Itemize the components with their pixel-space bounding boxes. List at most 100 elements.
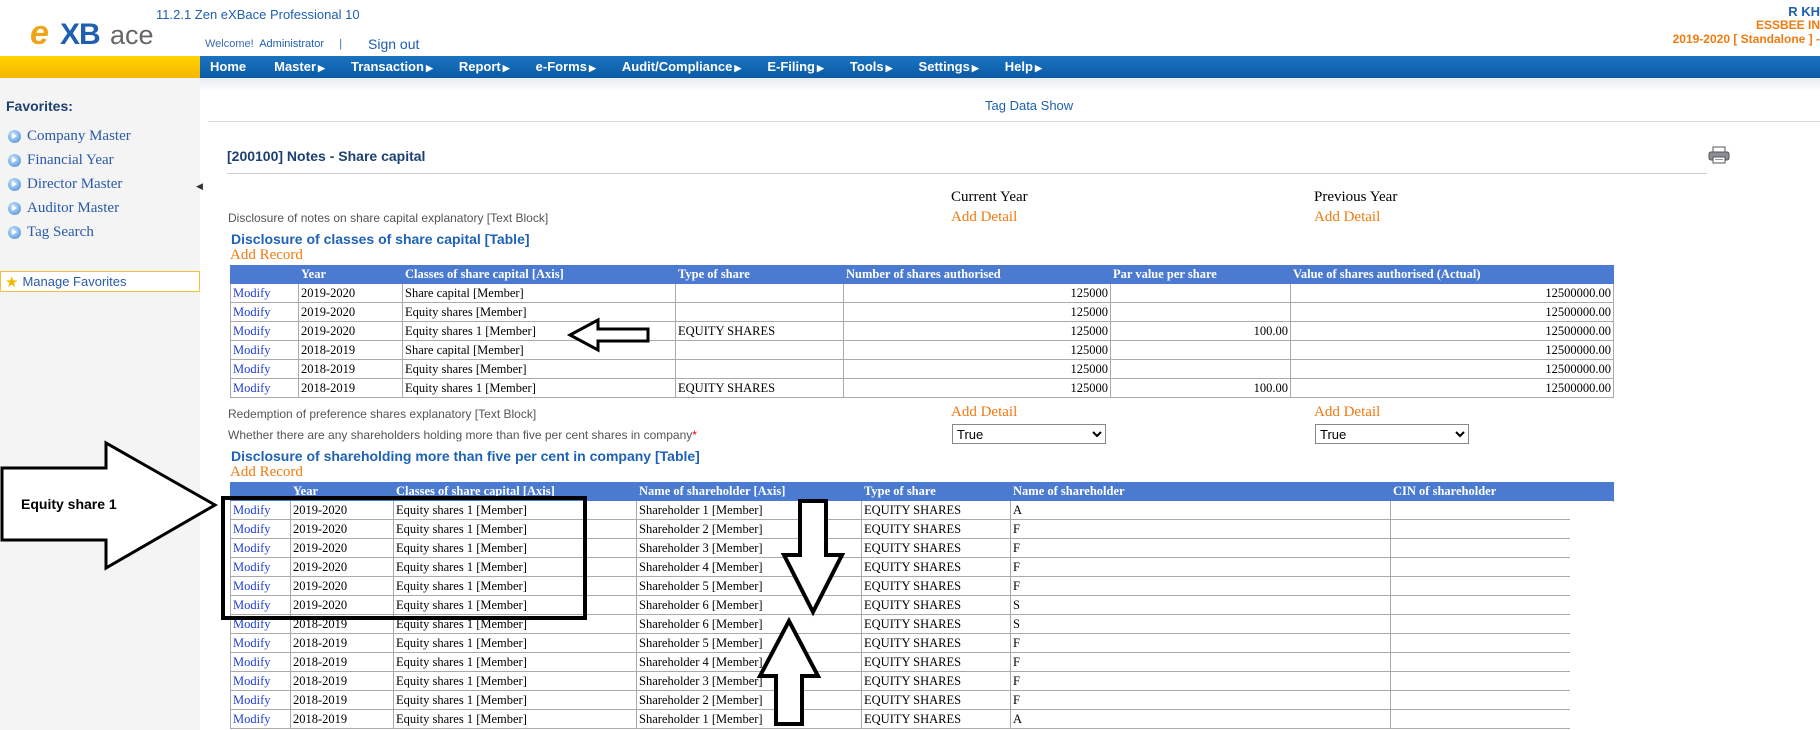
menu-help[interactable]: Help ▶ xyxy=(1005,59,1042,74)
table-cell: Equity shares 1 [Member] xyxy=(393,557,637,577)
modify-link[interactable]: Modify xyxy=(230,709,291,729)
modify-link[interactable]: Modify xyxy=(230,538,291,558)
fav-director-master[interactable]: Director Master xyxy=(8,176,122,193)
menu-arrow-icon: ▶ xyxy=(734,63,742,73)
fav-tag-search[interactable]: Tag Search xyxy=(8,224,94,241)
menu-label: Settings xyxy=(918,59,970,74)
modify-link[interactable]: Modify xyxy=(230,576,291,596)
manage-favorites-button[interactable]: ★ Manage Favorites xyxy=(0,271,200,292)
menu-audit-compliance[interactable]: Audit/Compliance ▶ xyxy=(622,59,741,74)
modify-link[interactable]: Modify xyxy=(230,340,299,360)
modify-link[interactable]: Modify xyxy=(230,302,299,322)
table-row: Modify 2019-2020 Equity shares 1 [Member] S… xyxy=(230,519,1614,539)
main-menu: Home Master ▶ Transaction ▶ Report ▶ e-Form… xyxy=(210,59,1068,74)
table-cell: Shareholder 6 [Member] xyxy=(636,595,862,615)
product-version: 11.2.1 Zen eXBace Professional 10 xyxy=(156,7,360,22)
table-cell: Shareholder 2 [Member] xyxy=(636,519,862,539)
table-cell: F xyxy=(1010,652,1391,672)
table-body: Modify 2019-2020 Equity shares 1 [Member] S… xyxy=(230,500,1614,729)
menu-transaction[interactable]: Transaction ▶ xyxy=(351,59,433,74)
column-header: Name of shareholder xyxy=(1010,482,1391,501)
previous-year-heading: Previous Year xyxy=(1314,189,1398,205)
menu-home[interactable]: Home xyxy=(210,59,248,74)
welcome-text: Welcome! Administrator | xyxy=(205,38,342,50)
fav-auditor-master[interactable]: Auditor Master xyxy=(8,200,119,217)
add-detail-current-link-2[interactable]: Add Detail xyxy=(951,404,1017,421)
table-cell xyxy=(1110,302,1291,322)
menu-e-filing[interactable]: E-Filing ▶ xyxy=(767,59,824,74)
menu-settings[interactable]: Settings ▶ xyxy=(919,59,979,74)
table-cell: A xyxy=(1010,709,1391,729)
table-cell: EQUITY SHARES xyxy=(675,378,844,398)
menu-label: Tools xyxy=(849,59,884,74)
table-row: Modify 2018-2019 Share capital [Member] 125… xyxy=(230,340,1614,360)
column-header: Type of share xyxy=(675,265,844,284)
modify-link[interactable]: Modify xyxy=(230,595,291,615)
favorites-title: Favorites: xyxy=(6,98,73,114)
tag-data-show-link[interactable]: Tag Data Show xyxy=(985,98,1073,113)
table-cell: 125000 xyxy=(843,321,1111,341)
modify-link[interactable]: Modify xyxy=(230,671,291,691)
fav-label: Director Master xyxy=(27,176,123,192)
menu-master[interactable]: Master ▶ xyxy=(274,59,325,74)
menu-report[interactable]: Report ▶ xyxy=(459,59,510,74)
table-cell: 12500000.00 xyxy=(1290,359,1614,379)
exbace-logo[interactable]: e XB ace xyxy=(28,12,154,52)
add-record-link-1[interactable]: Add Record xyxy=(230,247,303,264)
table-cell: Equity shares [Member] xyxy=(402,359,676,379)
modify-link[interactable]: Modify xyxy=(230,519,291,539)
printer-icon[interactable] xyxy=(1708,146,1730,164)
section-classes-title: Disclosure of classes of share capital [… xyxy=(231,231,530,247)
circle-arrow-icon xyxy=(8,154,21,167)
table-row: Modify 2018-2019 Equity shares 1 [Member] S… xyxy=(230,709,1614,729)
add-detail-current-link[interactable]: Add Detail xyxy=(951,209,1017,226)
table-cell: Share capital [Member] xyxy=(402,283,676,303)
modify-link[interactable]: Modify xyxy=(230,359,299,379)
table-cell: Shareholder 5 [Member] xyxy=(636,633,862,653)
table-cell: 125000 xyxy=(843,302,1111,322)
fav-financial-year[interactable]: Financial Year xyxy=(8,152,114,169)
table-cell: 12500000.00 xyxy=(1290,321,1614,341)
table-cell: Shareholder 4 [Member] xyxy=(636,557,862,577)
table-cell: Equity shares 1 [Member] xyxy=(393,500,637,520)
section-shareholding-title: Disclosure of shareholding more than fiv… xyxy=(231,448,700,464)
sign-out-link[interactable]: Sign out xyxy=(368,36,419,52)
menu-arrow-icon: ▶ xyxy=(885,63,893,73)
menu-e-forms[interactable]: e-Forms ▶ xyxy=(536,59,596,74)
table-cell xyxy=(675,359,844,379)
shareholders-previous-select[interactable]: True xyxy=(1315,424,1469,444)
company-name: ESSBEE IN xyxy=(1755,18,1820,32)
table-cell xyxy=(675,283,844,303)
modify-link[interactable]: Modify xyxy=(230,283,299,303)
table-cell: Equity shares [Member] xyxy=(402,302,676,322)
table-cell: 2019-2020 xyxy=(298,321,403,341)
menu-tools[interactable]: Tools ▶ xyxy=(850,59,893,74)
modify-link[interactable]: Modify xyxy=(230,690,291,710)
table-cell: 2019-2020 xyxy=(290,557,394,577)
table-cell: Equity shares 1 [Member] xyxy=(393,709,637,729)
menu-arrow-icon: ▶ xyxy=(425,63,433,73)
table-cell: Equity shares 1 [Member] xyxy=(393,614,637,634)
menu-label: Master xyxy=(274,59,317,74)
table-cell: S xyxy=(1010,595,1391,615)
shareholders-current-select[interactable]: True xyxy=(952,424,1106,444)
modify-link[interactable]: Modify xyxy=(230,633,291,653)
menu-shadow xyxy=(200,78,1820,92)
modify-link[interactable]: Modify xyxy=(230,614,291,634)
modify-link[interactable]: Modify xyxy=(230,500,291,520)
add-detail-previous-link[interactable]: Add Detail xyxy=(1314,209,1380,226)
fav-company-master[interactable]: Company Master xyxy=(8,128,131,145)
table-cell: 2019-2020 xyxy=(290,595,394,615)
modify-link[interactable]: Modify xyxy=(230,652,291,672)
table-cell: Equity shares 1 [Member] xyxy=(402,321,676,341)
modify-link[interactable]: Modify xyxy=(230,321,299,341)
add-record-link-2[interactable]: Add Record xyxy=(230,464,303,481)
modify-link[interactable]: Modify xyxy=(230,378,299,398)
column-header: Name of shareholder [Axis] xyxy=(636,482,862,501)
sidebar-collapse-icon[interactable]: ◀ xyxy=(196,181,203,192)
table-row: Modify 2019-2020 Equity shares [Member] 125… xyxy=(230,302,1614,322)
table-cell: 2019-2020 xyxy=(298,302,403,322)
add-detail-previous-link-2[interactable]: Add Detail xyxy=(1314,404,1380,421)
modify-link[interactable]: Modify xyxy=(230,557,291,577)
logo-e: e xyxy=(30,14,49,52)
